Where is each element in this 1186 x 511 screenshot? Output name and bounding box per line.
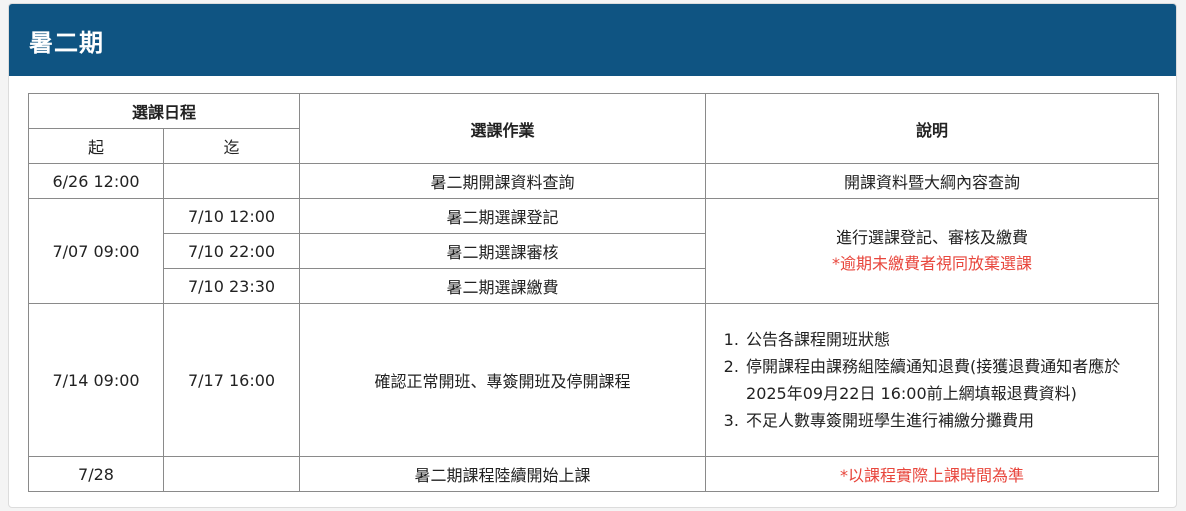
overdue-note: *逾期未繳費者視同放棄選課 — [832, 254, 1033, 273]
schedule-card: 暑二期 選課日程 選課作業 說明 起 迄 6/26 12:00 暑二期開課資料查… — [8, 3, 1177, 508]
cell-to — [162, 163, 301, 199]
header-from: 起 — [28, 128, 164, 164]
cell-description: *以課程實際上課時間為準 — [705, 456, 1160, 492]
list-item: 停開課程由課務組陸續通知退費(接獲退費通知者應於2025年09月22日 16:0… — [744, 353, 1150, 407]
cell-operation: 暑二期選課登記 — [299, 198, 707, 234]
header-to: 迄 — [162, 128, 301, 164]
header-operation: 選課作業 — [299, 93, 707, 164]
cell-from: 7/14 09:00 — [28, 303, 164, 457]
table-row: 7/14 09:00 7/17 16:00 確認正常開班、專簽開班及停開課程 公… — [28, 303, 1160, 457]
schedule-table: 選課日程 選課作業 說明 起 迄 6/26 12:00 暑二期開課資料查詢 開課… — [27, 93, 1160, 492]
cell-operation: 暑二期選課審核 — [299, 233, 707, 269]
cell-from: 6/26 12:00 — [28, 163, 164, 199]
cell-operation: 暑二期課程陸續開始上課 — [299, 456, 707, 492]
cell-to: 7/10 22:00 — [162, 233, 301, 269]
cell-to: 7/10 23:30 — [162, 268, 301, 304]
cell-to — [162, 456, 301, 492]
cell-operation: 暑二期開課資料查詢 — [299, 163, 707, 199]
card-header: 暑二期 — [9, 4, 1176, 76]
table-row: 7/28 暑二期課程陸續開始上課 *以課程實際上課時間為準 — [28, 456, 1160, 492]
header-description: 說明 — [705, 93, 1160, 164]
list-item: 公告各課程開班狀態 — [744, 326, 1150, 353]
cell-to: 7/10 12:00 — [162, 198, 301, 234]
header-schedule-group: 選課日程 — [27, 93, 301, 129]
table-header-row: 選課日程 選課作業 說明 — [27, 93, 1160, 164]
notes-list: 公告各課程開班狀態 停開課程由課務組陸續通知退費(接獲退費通知者應於2025年0… — [714, 326, 1150, 434]
cell-description: 公告各課程開班狀態 停開課程由課務組陸續通知退費(接獲退費通知者應於2025年0… — [705, 303, 1160, 457]
list-item: 不足人數專簽開班學生進行補繳分攤費用 — [744, 407, 1150, 434]
description-text: 進行選課登記、審核及繳費 — [836, 228, 1029, 247]
cell-from: 7/07 09:00 — [28, 198, 164, 304]
cell-to: 7/17 16:00 — [162, 303, 301, 457]
cell-description: 進行選課登記、審核及繳費 *逾期未繳費者視同放棄選課 — [705, 198, 1160, 304]
cell-operation: 暑二期選課繳費 — [299, 268, 707, 304]
cell-from: 7/28 — [28, 456, 164, 492]
table-row: 6/26 12:00 暑二期開課資料查詢 開課資料暨大綱內容查詢 — [28, 163, 1160, 199]
cell-description: 開課資料暨大綱內容查詢 — [705, 163, 1160, 199]
table-row: 7/07 09:00 7/10 12:00 暑二期選課登記 進行選課登記、審核及… — [28, 198, 1160, 304]
cell-operation: 確認正常開班、專簽開班及停開課程 — [299, 303, 707, 457]
page-title: 暑二期 — [29, 28, 104, 57]
